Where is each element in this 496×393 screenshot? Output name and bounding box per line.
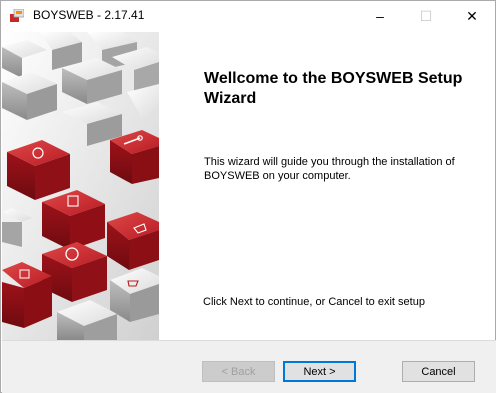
minimize-icon: – <box>376 8 384 24</box>
setup-window: BOYSWEB - 2.17.41 – ☐ ✕ Wellcome to the … <box>0 0 496 393</box>
cancel-button[interactable]: Cancel <box>402 361 475 382</box>
wizard-description: This wizard will guide you through the i… <box>204 156 455 182</box>
back-button: < Back <box>202 361 275 382</box>
wizard-banner-image <box>2 32 159 340</box>
close-button[interactable]: ✕ <box>449 1 495 31</box>
installer-icon <box>10 9 24 22</box>
button-bar: < Back Next > Cancel <box>2 340 496 393</box>
title-bar[interactable]: BOYSWEB - 2.17.41 – ☐ ✕ <box>1 1 495 31</box>
minimize-button[interactable]: – <box>357 1 403 31</box>
window-title: BOYSWEB - 2.17.41 <box>33 8 145 22</box>
wizard-content: Wellcome to the BOYSWEB Setup Wizard Thi… <box>159 32 495 340</box>
cubes-illustration <box>2 32 159 340</box>
next-button[interactable]: Next > <box>283 361 356 382</box>
maximize-icon: ☐ <box>419 7 433 24</box>
wizard-heading: Wellcome to the BOYSWEB Setup Wizard <box>204 70 463 107</box>
wizard-hint: Click Next to continue, or Cancel to exi… <box>203 296 425 308</box>
maximize-button: ☐ <box>403 1 449 31</box>
close-icon: ✕ <box>466 7 478 24</box>
